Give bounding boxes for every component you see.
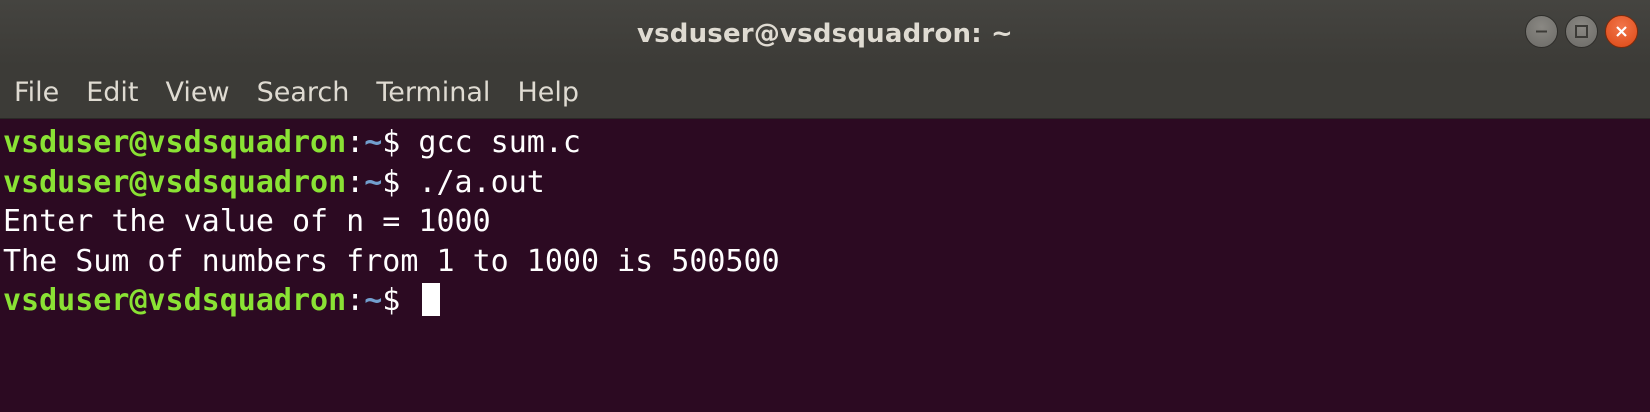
prompt-colon: : [346,125,365,160]
menu-file[interactable]: File [14,77,59,108]
maximize-icon [1575,25,1588,38]
prompt-symbol: $ [382,164,419,200]
minimize-icon [1536,30,1547,33]
command-text: ./a.out [418,164,545,200]
prompt-user-host: vsduser@vsdsquadron [3,125,347,160]
close-button[interactable] [1605,15,1638,48]
terminal-output[interactable]: vsduser@vsdsquadron:~$ gcc sum.c vsduser… [0,119,1650,412]
command-text: gcc sum.c [418,125,581,160]
minimize-button[interactable] [1525,15,1558,48]
output-text: The Sum of numbers from 1 to 1000 is 500… [3,243,780,279]
terminal-window: vsduser@vsdsquadron: ~ File Edit View Se… [0,0,1650,412]
close-icon [1616,26,1627,37]
terminal-line: vsduser@vsdsquadron:~$ [3,281,1650,321]
prompt-path: ~ [364,283,383,318]
menu-help[interactable]: Help [517,77,579,108]
menu-view[interactable]: View [165,77,229,108]
terminal-line: vsduser@vsdsquadron:~$ ./a.out [3,163,1650,203]
menu-bar: File Edit View Search Terminal Help [0,66,1650,119]
maximize-button[interactable] [1565,15,1598,48]
prompt-user-host: vsduser@vsdsquadron [3,164,347,200]
menu-search[interactable]: Search [257,77,350,108]
menu-terminal[interactable]: Terminal [376,77,490,108]
terminal-line: The Sum of numbers from 1 to 1000 is 500… [3,242,1650,282]
title-bar[interactable]: vsduser@vsdsquadron: ~ [0,0,1650,66]
prompt-symbol: $ [382,125,419,160]
prompt-colon: : [346,283,365,318]
prompt-colon: : [346,164,365,200]
prompt-path: ~ [364,125,383,160]
output-text: Enter the value of n = 1000 [3,204,491,239]
text-cursor [422,283,441,316]
window-controls [1525,15,1638,48]
prompt-path: ~ [364,164,383,200]
window-title: vsduser@vsdsquadron: ~ [636,19,1014,49]
prompt-user-host: vsduser@vsdsquadron [3,283,347,318]
prompt-symbol: $ [382,283,419,318]
terminal-line: Enter the value of n = 1000 [3,202,1650,242]
terminal-line: vsduser@vsdsquadron:~$ gcc sum.c [3,123,1650,163]
menu-edit[interactable]: Edit [86,77,138,108]
